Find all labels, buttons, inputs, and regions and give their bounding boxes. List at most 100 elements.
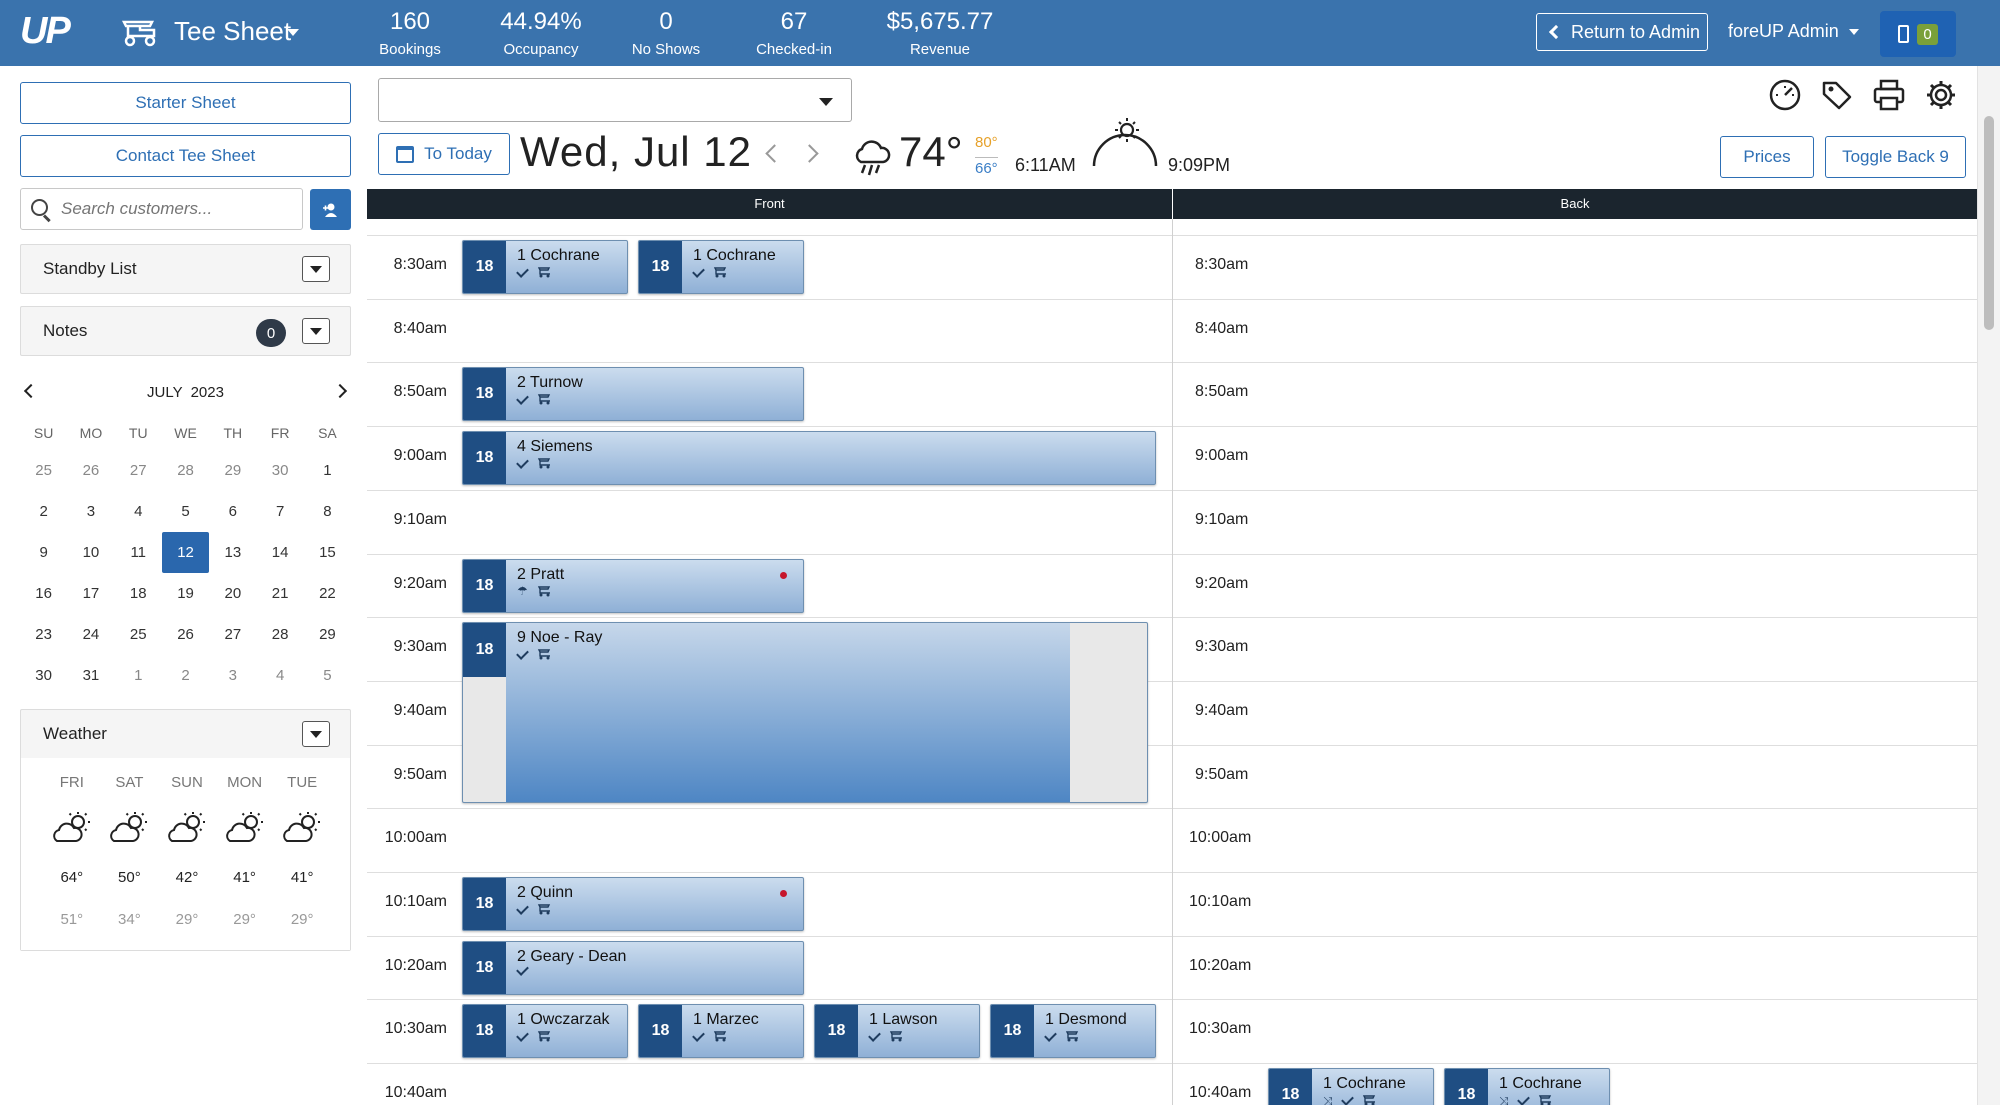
calendar-day[interactable]: 26 <box>67 450 114 491</box>
calendar-day[interactable]: 1 <box>115 655 162 696</box>
booking-card[interactable]: 18 1 Cochrane <box>462 240 628 294</box>
booking-card[interactable]: 18 1 Desmond <box>990 1004 1156 1059</box>
calendar-day[interactable]: 30 <box>20 655 67 696</box>
tee-sheet-grid: Front Back 8:30am 8:30am 8:40am 8:40am 8:50a… <box>367 189 1977 1105</box>
standby-list-toggle[interactable] <box>302 256 330 282</box>
booking-card[interactable]: 18 1 Cochrane <box>638 240 804 294</box>
calendar-day[interactable]: 2 <box>20 491 67 532</box>
back-tee-time: 10:40am <box>1189 1084 1252 1102</box>
return-to-admin-button[interactable]: Return to Admin <box>1536 13 1708 51</box>
chevron-down-icon <box>310 327 322 335</box>
app-title-menu[interactable]: Tee Sheet <box>174 16 291 47</box>
calendar-day[interactable]: 11 <box>115 532 162 573</box>
back-tee-time: 9:50am <box>1195 765 1249 783</box>
calendar-prev-month-icon[interactable] <box>23 383 39 399</box>
calendar-day[interactable]: 25 <box>20 450 67 491</box>
booking-card[interactable]: 18 1 Owczarzak <box>462 1004 628 1059</box>
calendar-day[interactable]: 28 <box>162 450 209 491</box>
print-icon[interactable] <box>1872 78 1906 112</box>
calendar-day[interactable]: 20 <box>209 573 256 614</box>
chevron-down-icon[interactable] <box>287 29 299 36</box>
page-scrollbar[interactable] <box>1977 66 2000 1105</box>
calendar-day[interactable]: 3 <box>67 491 114 532</box>
stat-no-shows: 0 No Shows <box>616 8 716 60</box>
calendar-day[interactable]: 22 <box>304 573 351 614</box>
forecast-high: 64° <box>60 869 84 886</box>
next-day-icon[interactable] <box>800 144 819 163</box>
mobile-notifications-button[interactable]: 0 <box>1880 11 1956 57</box>
calendar-day[interactable]: 15 <box>304 532 351 573</box>
calendar-day[interactable]: 5 <box>304 655 351 696</box>
calendar-day[interactable]: 4 <box>115 491 162 532</box>
calendar-day[interactable]: 26 <box>162 614 209 655</box>
booking-card[interactable]: 18 2 Turnow <box>462 367 804 422</box>
calendar-day[interactable]: 14 <box>256 532 303 573</box>
calendar-day[interactable]: 30 <box>256 450 303 491</box>
current-temperature: 74° <box>899 128 963 175</box>
calendar-day[interactable]: 4 <box>256 655 303 696</box>
calendar-day[interactable]: 3 <box>209 655 256 696</box>
booking-card[interactable]: 18 2 Geary - Dean <box>462 940 804 995</box>
calendar-day[interactable]: 9 <box>20 532 67 573</box>
calendar-day[interactable]: 13 <box>209 532 256 573</box>
booking-card[interactable]: 18 1 Lawson <box>814 1004 980 1059</box>
calendar-day[interactable]: 25 <box>115 614 162 655</box>
calendar-day[interactable]: 21 <box>256 573 303 614</box>
calendar-day[interactable]: 1 <box>304 450 351 491</box>
prices-button[interactable]: Prices <box>1720 136 1814 178</box>
calendar-day[interactable]: 24 <box>67 614 114 655</box>
calendar-day[interactable]: 29 <box>304 614 351 655</box>
chevron-down-icon <box>310 265 322 273</box>
booking-card[interactable]: 18 1 Cochrane ⤨ <box>1444 1068 1610 1105</box>
calendar-next-month-icon[interactable] <box>332 383 348 399</box>
booking-card[interactable]: 18 2 Quinn <box>462 877 804 931</box>
add-customer-button[interactable] <box>310 189 351 230</box>
calendar-day[interactable]: 27 <box>209 614 256 655</box>
admin-user-menu[interactable]: foreUP Admin <box>1728 21 1859 42</box>
foreup-logo[interactable]: UP <box>20 10 71 53</box>
previous-day-icon[interactable] <box>765 144 784 163</box>
booking-card[interactable]: 18 1 Cochrane ⤨ <box>1268 1068 1434 1105</box>
calendar-day-selected[interactable]: 12 <box>161 532 210 573</box>
calendar-day[interactable]: 16 <box>20 573 67 614</box>
toggle-back-9-button[interactable]: Toggle Back 9 <box>1825 136 1966 178</box>
calendar-day[interactable]: 2 <box>162 655 209 696</box>
low-temperature: 66° <box>975 157 998 177</box>
partly-sunny-icon <box>43 800 101 856</box>
holes-badge: 18 <box>1445 1069 1488 1105</box>
group-booking-card[interactable]: 18 9 Noe - Ray <box>462 622 1148 804</box>
notes-toggle[interactable] <box>302 318 330 344</box>
scrollbar-thumb[interactable] <box>1984 116 1994 330</box>
calendar-day[interactable]: 29 <box>209 450 256 491</box>
dashboard-icon[interactable] <box>1768 78 1802 112</box>
calendar-day[interactable]: 7 <box>256 491 303 532</box>
forecast-day: SAT <box>115 774 144 791</box>
calendar-day[interactable]: 6 <box>209 491 256 532</box>
calendar-day[interactable]: 28 <box>256 614 303 655</box>
settings-icon[interactable] <box>1924 78 1958 112</box>
calendar-weekday: MO <box>79 425 103 441</box>
calendar-day[interactable]: 18 <box>115 573 162 614</box>
customer-search-field[interactable] <box>20 188 303 230</box>
calendar-day[interactable]: 19 <box>162 573 209 614</box>
calendar-day[interactable]: 27 <box>115 450 162 491</box>
calendar-day[interactable]: 31 <box>67 655 114 696</box>
customer-search-input[interactable] <box>61 199 281 219</box>
booking-card[interactable]: 18 1 Marzec <box>638 1004 804 1059</box>
calendar-day[interactable]: 17 <box>67 573 114 614</box>
calendar-day[interactable]: 5 <box>162 491 209 532</box>
contact-tee-sheet-button[interactable]: Contact Tee Sheet <box>20 135 351 177</box>
starter-sheet-button[interactable]: Starter Sheet <box>20 82 351 124</box>
booking-card[interactable]: 18 4 Siemens <box>462 431 1156 486</box>
course-select[interactable] <box>378 78 852 122</box>
booking-name: 4 Siemens <box>517 438 593 456</box>
calendar-day[interactable]: 10 <box>67 532 114 573</box>
weather-toggle[interactable] <box>302 721 330 747</box>
holes-badge: 18 <box>463 623 506 678</box>
calendar-day[interactable]: 23 <box>20 614 67 655</box>
checked-in-icon <box>516 647 529 661</box>
to-today-button[interactable]: To Today <box>378 133 510 175</box>
tag-icon[interactable] <box>1820 78 1854 112</box>
booking-card[interactable]: 18 2 Pratt ☂ <box>462 558 804 613</box>
calendar-day[interactable]: 8 <box>304 491 351 532</box>
